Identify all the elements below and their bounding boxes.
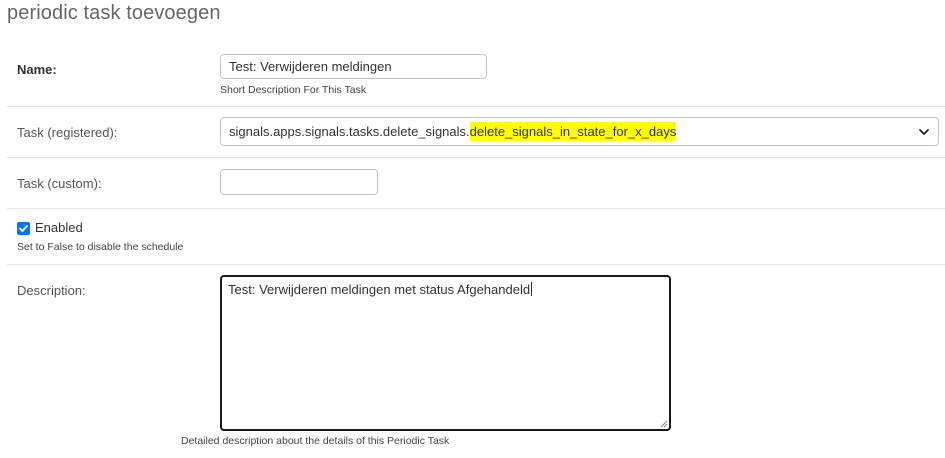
- enabled-checkbox[interactable]: [17, 222, 30, 235]
- task-registered-select[interactable]: signals.apps.signals.tasks.delete_signal…: [220, 117, 939, 146]
- page-title: periodic task toevoegen: [7, 2, 221, 24]
- checkmark-icon: [19, 225, 28, 232]
- enabled-label[interactable]: Enabled: [35, 220, 83, 235]
- task-custom-label: Task (custom):: [17, 176, 102, 191]
- description-textarea[interactable]: Test: Verwijderen meldingen met status A…: [220, 275, 671, 431]
- text-cursor: [531, 282, 533, 296]
- form-row-name: Name: Short Description For This Task: [7, 44, 945, 107]
- name-label: Name:: [17, 62, 57, 77]
- name-help-text: Short Description For This Task: [220, 84, 367, 96]
- chevron-down-icon: [918, 126, 930, 138]
- description-label: Description:: [17, 283, 86, 298]
- form-row-description: Description: Test: Verwijderen meldingen…: [7, 265, 945, 458]
- form-row-task-custom: Task (custom):: [7, 158, 945, 209]
- task-registered-selected-highlight: delete_signals_in_state_for_x_days: [469, 122, 677, 141]
- description-help-text: Detailed description about the details o…: [181, 435, 450, 447]
- description-text: Test: Verwijderen meldingen met status A…: [228, 282, 531, 297]
- form-row-task-registered: Task (registered): signals.apps.signals.…: [7, 107, 945, 158]
- enabled-help-text: Set to False to disable the schedule: [17, 241, 184, 253]
- form-row-enabled: Enabled Set to False to disable the sche…: [7, 218, 945, 265]
- resize-grip-icon[interactable]: [659, 419, 668, 428]
- name-input[interactable]: [220, 54, 487, 79]
- task-registered-selected-prefix: signals.apps.signals.tasks.delete_signal…: [229, 124, 470, 139]
- task-custom-input[interactable]: [220, 169, 378, 195]
- task-registered-label: Task (registered):: [17, 125, 118, 140]
